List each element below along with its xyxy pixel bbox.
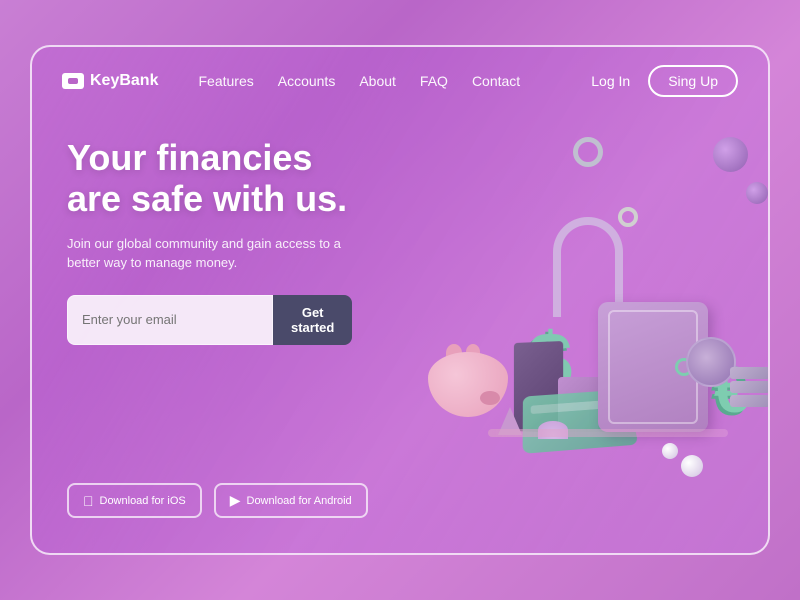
- email-form: Get started: [67, 295, 347, 345]
- nav-actions: Log In Sing Up: [591, 65, 738, 97]
- android-download-button[interactable]: ▶ Download for Android: [214, 483, 368, 518]
- ios-download-button[interactable]:  Download for iOS: [67, 483, 202, 518]
- login-button[interactable]: Log In: [591, 73, 630, 89]
- android-icon: ▶: [230, 492, 241, 509]
- hero-title: Your financies are safe with us.: [67, 137, 387, 220]
- nav-about[interactable]: About: [359, 73, 396, 89]
- hero-section: Your financies are safe with us. Join ou…: [32, 107, 768, 553]
- brand-logo[interactable]: KeyBank: [62, 72, 158, 90]
- download-buttons:  Download for iOS ▶ Download for Androi…: [67, 483, 733, 523]
- nav-accounts[interactable]: Accounts: [278, 73, 336, 89]
- nav-contact[interactable]: Contact: [472, 73, 520, 89]
- hero-card: KeyBank Features Accounts About FAQ Cont…: [30, 45, 770, 555]
- signup-button[interactable]: Sing Up: [648, 65, 738, 97]
- hero-subtitle: Join our global community and gain acces…: [67, 234, 347, 273]
- email-input[interactable]: [67, 295, 273, 345]
- nav-faq[interactable]: FAQ: [420, 73, 448, 89]
- apple-icon: : [83, 493, 94, 509]
- brand-name: KeyBank: [90, 72, 158, 90]
- navbar: KeyBank Features Accounts About FAQ Cont…: [32, 47, 768, 115]
- get-started-button[interactable]: Get started: [273, 295, 352, 345]
- logo-icon: [62, 73, 84, 89]
- nav-features[interactable]: Features: [198, 73, 253, 89]
- nav-links: Features Accounts About FAQ Contact: [198, 73, 581, 89]
